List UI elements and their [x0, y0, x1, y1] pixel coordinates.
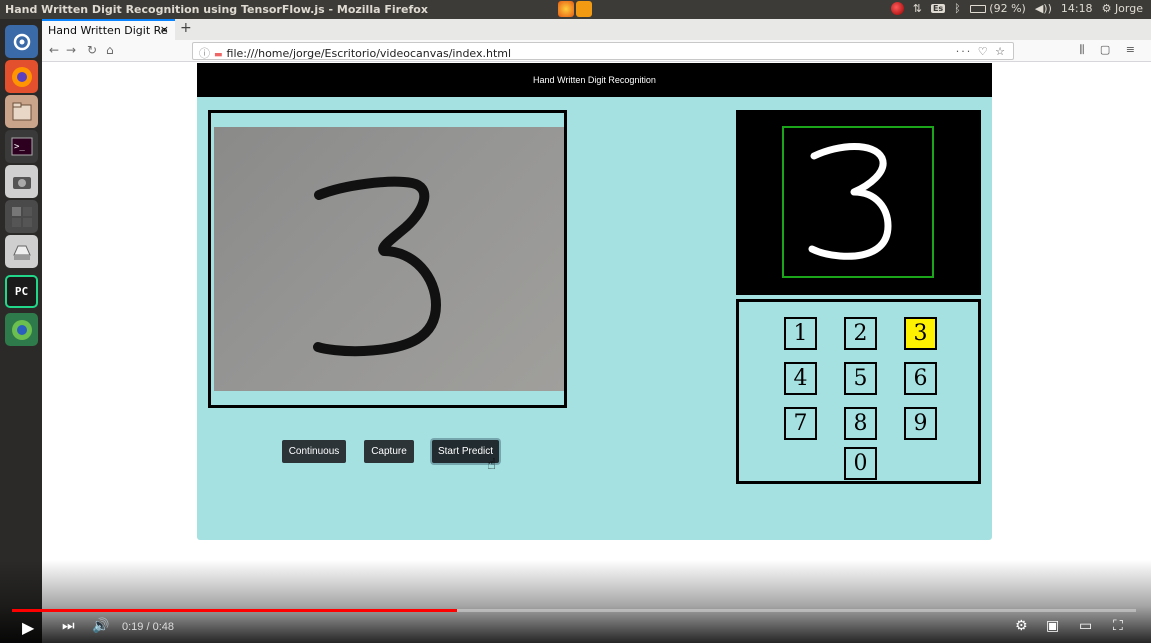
digit-key-8: 8 — [844, 407, 877, 440]
fullscreen-icon[interactable]: ⛶ — [1113, 618, 1123, 634]
firefox-app-icon — [558, 1, 574, 17]
digit-key-6: 6 — [904, 362, 937, 395]
player-time: 0:19 / 0:48 — [122, 621, 174, 633]
tab-title: Hand Written Digit Re — [48, 24, 168, 37]
system-top-bar: Hand Written Digit Recognition using Ten… — [0, 0, 1151, 19]
tab-close-icon[interactable]: × — [160, 23, 169, 36]
hand-cursor-icon: ☝ — [487, 455, 497, 473]
digit-keypad: 123 456 7890 — [736, 299, 981, 484]
miniplayer-icon[interactable]: ▣ — [1046, 618, 1059, 634]
digit-key-4: 4 — [784, 362, 817, 395]
roi-digit-drawing — [808, 143, 892, 260]
digit-key-1: 1 — [784, 317, 817, 350]
back-icon[interactable]: ← — [49, 43, 59, 57]
camera-app-icon — [576, 1, 592, 17]
window-title: Hand Written Digit Recognition using Ten… — [5, 3, 428, 16]
ubuntu-dash-icon[interactable] — [5, 25, 38, 58]
battery-indicator[interactable]: (92 %) — [969, 2, 1026, 15]
active-tab[interactable]: Hand Written Digit Re × — [42, 19, 175, 40]
network-icon[interactable]: ⇅ — [913, 2, 922, 15]
terminal-launcher-icon[interactable]: >_ — [5, 130, 38, 163]
webcam-frame — [208, 110, 567, 408]
settings-icon[interactable]: ⚙ — [1015, 618, 1028, 634]
player-progress-bar[interactable] — [12, 609, 1136, 612]
handwritten-digit-drawing — [313, 176, 441, 357]
browser-launcher-icon[interactable] — [5, 313, 38, 346]
volume-icon[interactable]: ◀)) — [1035, 2, 1052, 15]
battery-icon — [969, 5, 986, 13]
browser-tab-strip: Hand Written Digit Re × + — [42, 19, 1151, 40]
forward-icon[interactable]: → — [66, 43, 76, 57]
player-progress-played — [12, 609, 458, 612]
browser-menu-icons[interactable]: ⫼ ▢ ≡ — [1079, 43, 1141, 57]
site-info-icon[interactable]: ⓘ — [199, 47, 210, 60]
record-indicator-icon[interactable] — [890, 2, 904, 15]
file-type-icon: ▬ — [214, 50, 223, 60]
browser-nav-bar: ← → ↻ ⌂ ⓘ ▬ file:///home/jorge/Escritorio/… — [42, 40, 1151, 62]
gear-icon: ⚙ — [1101, 2, 1112, 15]
page-title: Hand Written Digit Recognition — [533, 75, 656, 85]
user-menu[interactable]: ⚙ Jorge — [1102, 2, 1143, 15]
files-launcher-icon[interactable] — [5, 95, 38, 128]
svg-text:>_: >_ — [14, 142, 25, 152]
volume-button-icon[interactable]: 🔊 — [92, 618, 109, 634]
roi-box — [782, 126, 934, 278]
recorder-app-icons — [558, 1, 592, 17]
reload-icon[interactable]: ↻ — [87, 43, 97, 57]
keyboard-layout-indicator[interactable]: Es — [930, 4, 946, 13]
clock[interactable]: 14:18 — [1061, 2, 1093, 15]
play-icon[interactable]: ▶ — [22, 618, 34, 637]
new-tab-button[interactable]: + — [180, 20, 192, 36]
app-launcher: >_ PC — [0, 19, 42, 643]
home-icon[interactable]: ⌂ — [106, 43, 114, 57]
capture-button[interactable]: Capture — [364, 440, 414, 463]
firefox-launcher-icon[interactable] — [5, 60, 38, 93]
theater-mode-icon[interactable]: ▭ — [1079, 618, 1092, 634]
digit-key-5: 5 — [844, 362, 877, 395]
webcam-video — [214, 127, 564, 391]
digit-key-2: 2 — [844, 317, 877, 350]
continuous-button[interactable]: Continuous — [282, 440, 346, 463]
user-name: Jorge — [1114, 2, 1143, 15]
url-bar[interactable]: ⓘ ▬ file:///home/jorge/Escritorio/videocan… — [192, 42, 1014, 60]
system-tray: ⇅ Es ᛒ (92 %) ◀)) 14:18 ⚙ Jorge — [890, 2, 1143, 15]
workspace-switcher-icon[interactable] — [5, 200, 38, 233]
camera-launcher-icon[interactable] — [5, 165, 38, 198]
url-text: file:///home/jorge/Escritorio/videocanva… — [226, 47, 512, 60]
drive-launcher-icon[interactable] — [5, 235, 38, 268]
pycharm-launcher-icon[interactable]: PC — [5, 275, 38, 308]
page-actions[interactable]: ··· ♡ ☆ — [956, 45, 1007, 58]
digit-key-7: 7 — [784, 407, 817, 440]
page-header: Hand Written Digit Recognition — [197, 63, 992, 97]
digit-key-3: 3 — [904, 317, 937, 350]
digit-key-0: 0 — [844, 447, 877, 480]
digit-key-9: 9 — [904, 407, 937, 440]
battery-text: (92 %) — [989, 2, 1026, 15]
roi-preview-canvas — [736, 110, 981, 295]
screen: Hand Written Digit Recognition using Ten… — [0, 0, 1151, 643]
bluetooth-icon[interactable]: ᛒ — [954, 2, 961, 15]
next-icon[interactable]: ⏭ — [62, 618, 75, 634]
